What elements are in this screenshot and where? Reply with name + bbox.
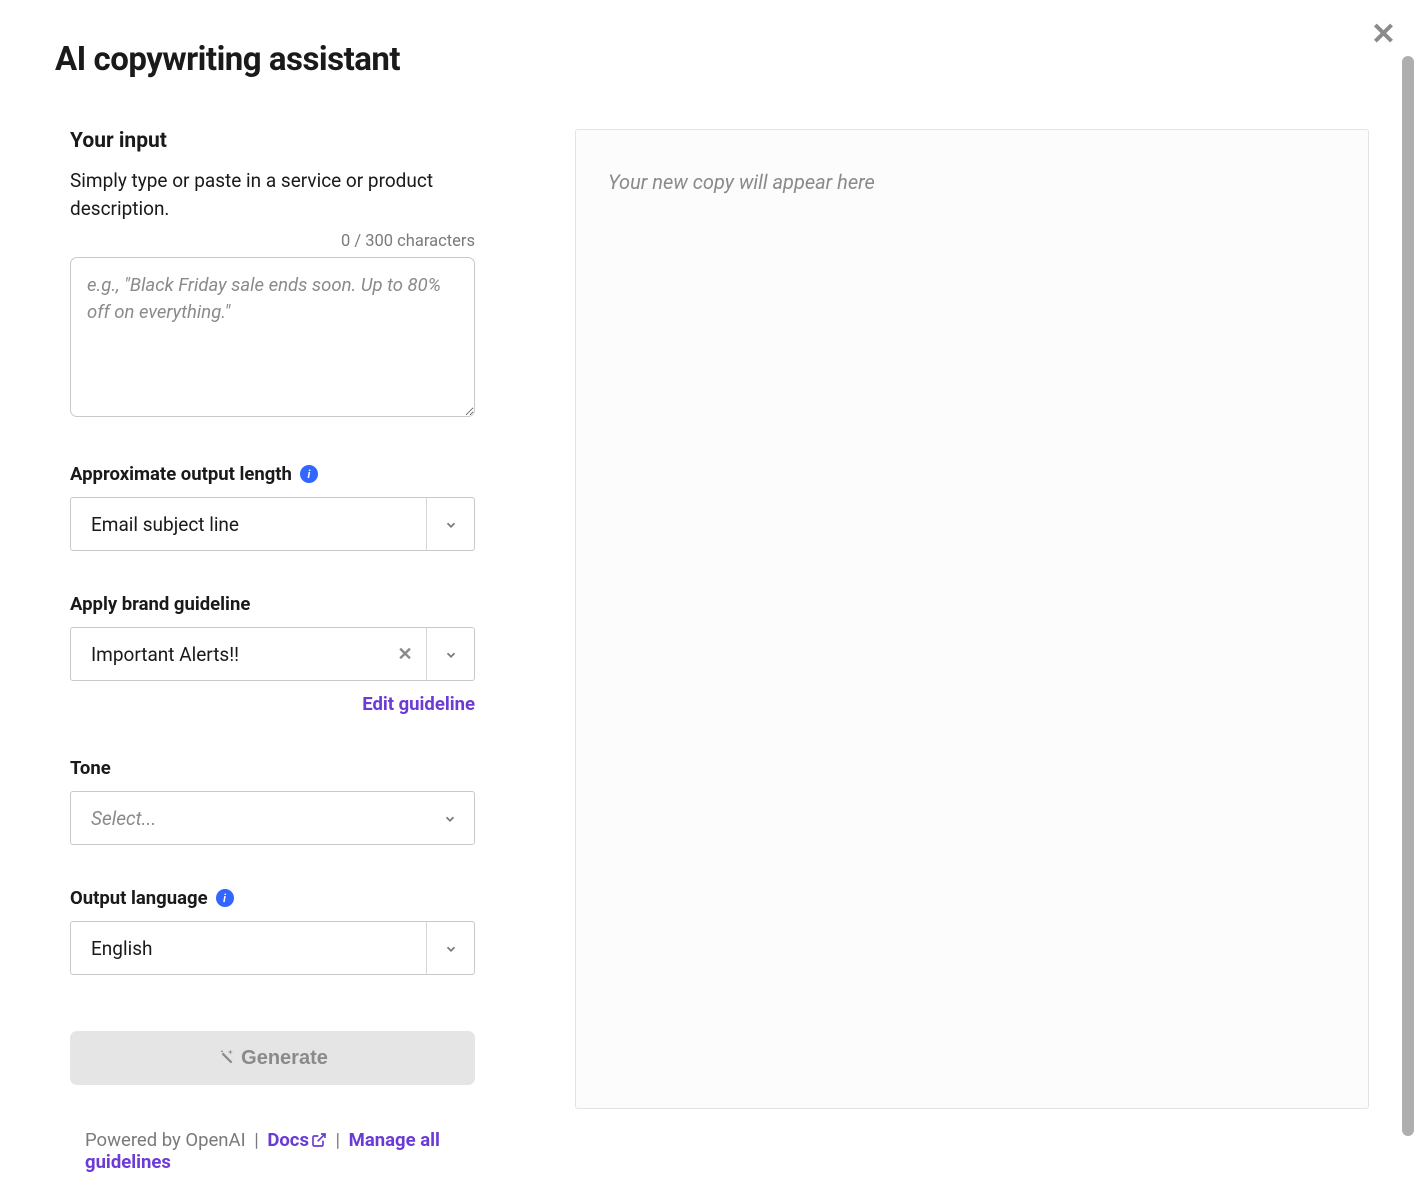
tone-select[interactable]: Select... — [70, 791, 475, 845]
separator: | — [254, 1129, 259, 1151]
brand-select[interactable]: Important Alerts!! ✕ — [70, 627, 475, 681]
tone-label: Tone — [70, 757, 475, 779]
input-description: Simply type or paste in a service or pro… — [70, 167, 475, 222]
output-placeholder: Your new copy will appear here — [608, 170, 1336, 194]
chevron-down-icon[interactable] — [426, 498, 474, 550]
external-link-icon — [311, 1131, 327, 1147]
language-select-value: English — [71, 922, 426, 974]
language-label: Output language i — [70, 887, 475, 909]
edit-guideline-link[interactable]: Edit guideline — [70, 693, 475, 715]
tone-label-text: Tone — [70, 757, 111, 779]
brand-label: Apply brand guideline — [70, 593, 475, 615]
generate-button[interactable]: Generate — [70, 1031, 475, 1085]
char-counter: 0 / 300 characters — [70, 232, 475, 251]
tone-field: Tone Select... — [70, 757, 475, 845]
length-select-value: Email subject line — [71, 498, 426, 550]
brand-select-value: Important Alerts!! — [71, 628, 384, 680]
chevron-down-icon[interactable] — [426, 922, 474, 974]
docs-link[interactable]: Docs — [267, 1129, 327, 1151]
right-column: Your new copy will appear here — [575, 129, 1369, 1173]
scrollbar[interactable] — [1402, 56, 1414, 1136]
brand-field: Apply brand guideline Important Alerts!!… — [70, 593, 475, 715]
info-icon[interactable]: i — [300, 465, 318, 483]
separator: | — [336, 1129, 341, 1151]
length-field: Approximate output length i Email subjec… — [70, 463, 475, 551]
length-label-text: Approximate output length — [70, 463, 292, 485]
length-select[interactable]: Email subject line — [70, 497, 475, 551]
content: Your input Simply type or paste in a ser… — [55, 129, 1369, 1173]
output-panel: Your new copy will appear here — [575, 129, 1369, 1109]
page-title: AI copywriting assistant — [55, 40, 1369, 79]
language-label-text: Output language — [70, 887, 208, 909]
powered-by: Powered by OpenAI — [85, 1129, 246, 1151]
left-column: Your input Simply type or paste in a ser… — [70, 129, 475, 1173]
language-field: Output language i English — [70, 887, 475, 975]
brand-label-text: Apply brand guideline — [70, 593, 250, 615]
footer: Powered by OpenAI | Docs | Manage all gu… — [85, 1129, 475, 1173]
info-icon[interactable]: i — [216, 889, 234, 907]
modal: ✕ AI copywriting assistant Your input Si… — [0, 0, 1424, 1202]
chevron-down-icon[interactable] — [426, 792, 474, 844]
close-icon[interactable]: ✕ — [1371, 20, 1396, 50]
language-select[interactable]: English — [70, 921, 475, 975]
length-label: Approximate output length i — [70, 463, 475, 485]
wand-icon — [217, 1048, 237, 1068]
input-textarea[interactable] — [70, 257, 475, 417]
clear-icon[interactable]: ✕ — [384, 628, 426, 680]
input-heading: Your input — [70, 129, 475, 153]
generate-label: Generate — [241, 1047, 328, 1070]
chevron-down-icon[interactable] — [426, 628, 474, 680]
tone-select-placeholder: Select... — [71, 792, 426, 844]
